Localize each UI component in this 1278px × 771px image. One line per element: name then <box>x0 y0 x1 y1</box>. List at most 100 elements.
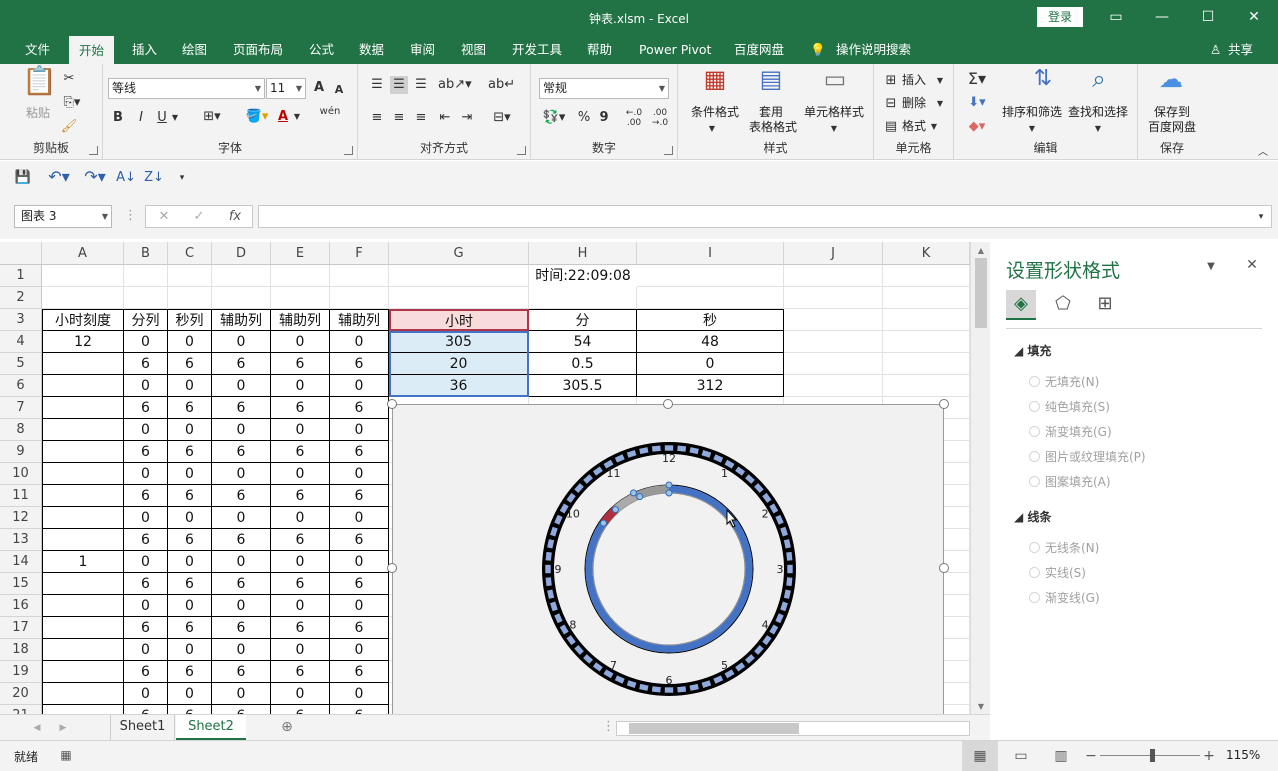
close-icon[interactable]: ✕ <box>1243 6 1265 28</box>
border-icon[interactable]: ⊞▾ <box>197 108 227 126</box>
table-cell[interactable]: 6 <box>330 441 389 463</box>
series-point-handle[interactable] <box>611 506 619 514</box>
find-select-icon[interactable]: ⌕ <box>1082 67 1116 102</box>
paste-icon[interactable]: 📋 <box>22 67 57 106</box>
table-cell[interactable]: 6 <box>168 397 212 419</box>
table-cell[interactable]: 0 <box>330 507 389 529</box>
pane-options-icon[interactable]: ▼ <box>1204 258 1218 276</box>
table-cell[interactable]: 0 <box>212 639 271 661</box>
tab-draw[interactable]: 绘图 <box>182 35 207 64</box>
table-cell[interactable]: 6 <box>124 661 168 683</box>
table-cell[interactable]: 6 <box>212 529 271 551</box>
row-header[interactable]: 17 <box>0 617 42 639</box>
column-header[interactable]: A <box>42 242 124 265</box>
chevron-down-icon[interactable]: ▼ <box>828 120 840 138</box>
normal-view-icon[interactable]: ▦ <box>962 741 998 771</box>
table-cell[interactable]: 0 <box>212 683 271 705</box>
table-cell[interactable]: 0 <box>124 331 168 353</box>
table-cell[interactable]: 6 <box>212 661 271 683</box>
fill-option[interactable]: 图案填充(A) <box>1029 473 1111 490</box>
clock-chart[interactable]: 12 1 2 3 4 5 6 7 8 9 10 11 <box>392 404 944 714</box>
chevron-down-icon[interactable]: ▼ <box>934 72 946 90</box>
table-cell[interactable]: 1 <box>42 551 124 573</box>
column-header[interactable]: C <box>168 242 212 265</box>
table-cell[interactable]: 0 <box>212 463 271 485</box>
sort-ascending-icon[interactable]: A↓ <box>116 169 136 187</box>
tab-view[interactable]: 视图 <box>461 35 486 64</box>
row-header[interactable]: 4 <box>0 331 42 353</box>
right-table-header[interactable]: 秒 <box>637 309 784 331</box>
row-header[interactable]: 12 <box>0 507 42 529</box>
table-cell[interactable]: 6 <box>124 397 168 419</box>
delete-cells-icon[interactable]: ⊟ <box>882 95 900 113</box>
row-header[interactable]: 5 <box>0 353 42 375</box>
row-header[interactable]: 11 <box>0 485 42 507</box>
cut-icon[interactable]: ✂ <box>60 70 78 88</box>
table-cell[interactable]: 0 <box>330 595 389 617</box>
table-cell[interactable]: 0 <box>212 507 271 529</box>
save-icon[interactable]: 💾 <box>14 169 32 187</box>
table-cell[interactable]: 0 <box>212 331 271 353</box>
cell-styles-label[interactable]: 单元格样式 <box>801 105 867 120</box>
table-cell[interactable]: 6 <box>271 441 330 463</box>
right-table-cell[interactable]: 312 <box>637 375 784 397</box>
resize-handle[interactable] <box>939 399 949 409</box>
table-cell[interactable] <box>42 419 124 441</box>
chevron-down-icon[interactable]: ▼ <box>934 95 946 113</box>
table-cell[interactable]: 6 <box>168 529 212 551</box>
ribbon-display-icon[interactable]: ▭ <box>1105 6 1127 28</box>
table-cell[interactable]: 6 <box>271 617 330 639</box>
table-cell[interactable] <box>42 485 124 507</box>
save-to-label-1[interactable]: 保存到 <box>1140 105 1204 120</box>
sort-filter-label[interactable]: 排序和筛选 <box>998 105 1066 120</box>
number-format-select[interactable]: 常规 ▼ <box>539 78 669 99</box>
table-cell[interactable]: 0 <box>124 507 168 529</box>
table-cell[interactable]: 0 <box>212 375 271 397</box>
table-cell[interactable]: 0 <box>168 639 212 661</box>
fill-color-icon[interactable]: 🪣▾ <box>241 108 273 126</box>
increase-decimal-icon[interactable]: ←.0 .00 <box>623 108 645 128</box>
column-header[interactable]: I <box>637 242 784 265</box>
table-cell[interactable]: 6 <box>168 441 212 463</box>
sheet-tab-sheet1[interactable]: Sheet1 <box>110 715 175 740</box>
chevron-down-icon[interactable]: ▼ <box>706 120 718 138</box>
orientation-icon[interactable]: ab↗▾ <box>438 76 472 94</box>
row-header[interactable]: 18 <box>0 639 42 661</box>
tab-help[interactable]: 帮助 <box>587 35 612 64</box>
pane-close-icon[interactable]: ✕ <box>1245 256 1259 274</box>
conditional-format-label[interactable]: 条件格式 <box>684 105 746 120</box>
table-cell[interactable]: 0 <box>330 331 389 353</box>
table-cell[interactable]: 6 <box>330 485 389 507</box>
table-header-cell[interactable]: 小时刻度 <box>42 309 124 331</box>
table-cell[interactable]: 6 <box>271 573 330 595</box>
fill-option[interactable]: 无填充(N) <box>1029 373 1099 390</box>
phonetic-icon[interactable]: wén <box>318 106 342 118</box>
table-cell[interactable]: 6 <box>330 353 389 375</box>
table-cell[interactable] <box>42 661 124 683</box>
table-cell[interactable]: 0 <box>271 639 330 661</box>
table-cell[interactable]: 6 <box>271 661 330 683</box>
alignment-launcher-icon[interactable] <box>517 146 526 155</box>
clear-icon[interactable]: ◆▾ <box>964 118 990 136</box>
tab-home[interactable]: 开始 <box>69 35 115 64</box>
table-cell[interactable]: 0 <box>168 595 212 617</box>
table-header-cell[interactable]: 辅助列 <box>271 309 330 331</box>
table-cell[interactable]: 0 <box>330 463 389 485</box>
decrease-decimal-icon[interactable]: .00 →.0 <box>649 108 671 128</box>
sort-filter-icon[interactable]: ⇅ <box>1026 68 1060 102</box>
percent-button[interactable]: % <box>577 109 591 127</box>
table-cell[interactable]: 6 <box>271 529 330 551</box>
table-cell[interactable]: 6 <box>168 661 212 683</box>
series-point-handle[interactable] <box>636 493 644 501</box>
row-header[interactable]: 8 <box>0 419 42 441</box>
table-cell[interactable]: 0 <box>271 595 330 617</box>
table-cell[interactable] <box>42 463 124 485</box>
fill-option[interactable]: 纯色填充(S) <box>1029 398 1110 415</box>
table-cell[interactable]: 6 <box>168 617 212 639</box>
chevron-down-icon[interactable]: ▼ <box>1092 120 1104 138</box>
sheet-tab-sheet2[interactable]: Sheet2 <box>176 715 246 740</box>
enter-icon[interactable]: ✓ <box>191 208 207 226</box>
grow-font-icon[interactable]: A <box>311 79 327 97</box>
horizontal-scrollbar[interactable] <box>616 721 970 736</box>
bold-button[interactable]: B <box>111 109 125 127</box>
